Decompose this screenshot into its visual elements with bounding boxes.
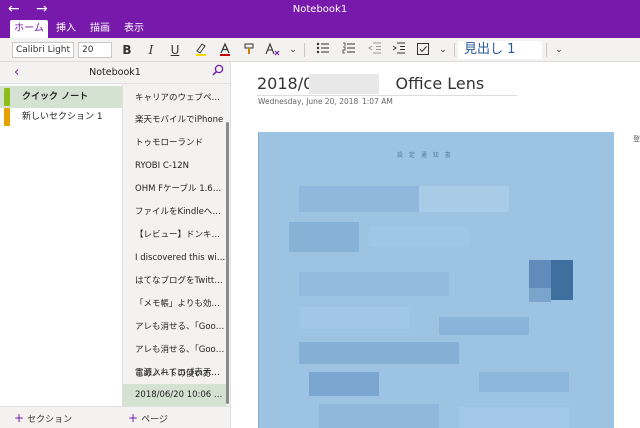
sections-list: クイック ノート 新しいセクション 1 [0,84,123,406]
add-section-label: セクション [27,415,73,425]
add-page-label: ページ [141,415,168,425]
tab-home[interactable]: ホーム [10,20,48,38]
search-icon[interactable] [212,64,224,79]
pages-scrollbar[interactable] [226,122,229,404]
mosaic-block [551,260,573,300]
redaction-block [309,74,379,94]
notebook-header: ‹ Notebook1 [0,62,230,84]
home-toolbar: Calibri Light 20 B I U ⌄ ⌄ 見出し 1 ⌄ [0,38,640,62]
tab-view[interactable]: 表示 [118,20,150,38]
style-heading-field[interactable]: 見出し 1 [458,41,542,59]
page-time: 1:07 AM [362,97,393,106]
page-item[interactable]: トゥモローランド [123,131,226,156]
page-item[interactable]: アレも消せる、「Google Pl... [123,338,226,363]
italic-button[interactable]: I [142,42,160,58]
indent-icon[interactable] [390,42,408,58]
scanned-document-image[interactable]: 設 定 通 知 書 [258,132,614,428]
page-item[interactable]: I discovered this with C... [123,246,226,271]
page-item[interactable]: アレも消せる、「Google Pl... [123,315,226,340]
bold-button[interactable]: B [118,42,136,58]
checkbox-icon[interactable] [414,42,432,58]
mosaic-block [299,307,409,329]
toolbar-divider [546,43,547,57]
bullet-list-icon[interactable] [314,42,332,58]
notebook-name[interactable]: Notebook1 [0,67,230,78]
page-item[interactable]: OHM Fケーブル 1.6mm3... [123,177,226,202]
add-section-button[interactable]: + セクション [14,411,72,425]
page-title-prefix: 2018/0 [257,74,314,93]
page-date: Wednesday, June 20, 2018 [258,97,359,106]
page-title-suffix: Office Lens [395,74,485,93]
mosaic-block [299,272,449,296]
nav-bottom-bar: + セクション + ページ [0,406,230,428]
document-title: 設 定 通 知 書 [397,152,453,159]
numbered-list-icon[interactable] [340,42,358,58]
page-item-selected[interactable]: 2018/06/20 10:06 Offic... [123,384,226,406]
toolbar-divider [454,43,455,57]
clear-formatting-icon[interactable] [264,42,282,58]
section-label: 新しいセクション 1 [22,112,103,122]
mosaic-block [319,404,439,428]
chevron-down-icon[interactable]: ⌄ [284,42,302,58]
mosaic-block [459,407,569,428]
plus-icon: + [128,411,139,425]
more-styles-icon[interactable]: ⌄ [550,42,568,58]
mosaic-block [309,372,379,396]
tab-insert[interactable]: 挿入 [50,20,82,38]
mosaic-block [479,372,569,392]
mosaic-block [529,260,551,288]
underline-button[interactable]: U [166,42,184,58]
page-item[interactable]: 「メモ帳」よりも効率よく文... [123,292,226,317]
title-bar: ← → Notebook1 [0,0,640,20]
pages-list: キャリアのウェブページから... 楽天モバイルでiPhone トゥモローランド … [123,84,230,406]
section-color-tag [4,88,10,106]
mosaic-block [419,186,509,212]
toolbar-divider [304,43,305,57]
highlighter-icon[interactable] [192,42,210,58]
mosaic-block [369,227,469,247]
add-page-button[interactable]: + ページ [128,411,168,425]
checkbox-options-icon[interactable]: ⌄ [434,42,452,58]
page-canvas[interactable]: 2018/0 Office Lens Wednesday, June 20, 2… [230,62,640,428]
mosaic-block [439,317,529,335]
mosaic-block [299,342,459,364]
page-edge-text: 登 [633,135,640,143]
section-item-new-section-1[interactable]: 新しいセクション 1 [0,106,122,128]
plus-icon: + [14,411,25,425]
format-painter-icon[interactable] [240,42,258,58]
section-label: クイック ノート [22,92,89,102]
font-color-icon[interactable] [216,42,234,58]
mosaic-block [289,222,359,252]
window-title: Notebook1 [292,4,348,15]
mosaic-block [529,288,551,302]
section-item-quick-notes[interactable]: クイック ノート [0,86,122,108]
page-item[interactable]: RYOBI C-12N [123,154,226,179]
font-size-field[interactable]: 20 [78,42,112,58]
mosaic-block [299,186,419,212]
page-item[interactable]: ファイルをKindleへ送る方... [123,200,226,225]
font-name-field[interactable]: Calibri Light [12,42,74,58]
tab-draw[interactable]: 描画 [84,20,116,38]
page-item[interactable]: はてなブログをTwitterに自... [123,269,226,294]
ribbon-tabs: ホーム 挿入 描画 表示 [0,20,640,38]
outdent-icon[interactable] [366,42,384,58]
page-item[interactable]: 【レビュー】ドンキの格安4K... [123,223,226,248]
mosaic-block [389,377,469,395]
section-color-tag [4,108,10,126]
page-item[interactable]: 楽天モバイルでiPhone [123,108,226,133]
page-title[interactable]: 2018/0 Office Lens [257,74,517,96]
